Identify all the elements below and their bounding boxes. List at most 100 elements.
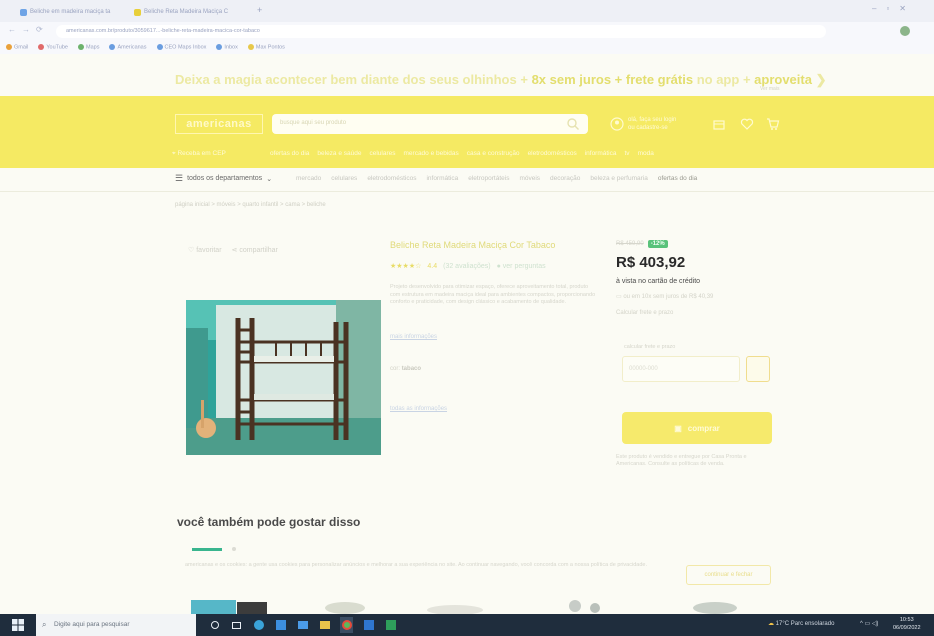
cookie-accept-button[interactable]: continuar e fechar: [686, 565, 771, 585]
new-tab-icon[interactable]: +: [257, 5, 262, 15]
nav-item[interactable]: casa e construção: [467, 150, 520, 157]
product-description: Projeto desenvolvido para otimizar espaç…: [390, 284, 596, 305]
chevron-down-icon: ⌄: [266, 175, 273, 183]
seller-info: Este produto é vendido e entregue por Ca…: [616, 454, 747, 467]
share-button[interactable]: ⋖ compartilhar: [232, 246, 278, 254]
cep-submit-button[interactable]: [746, 356, 770, 382]
taskbar-search-input[interactable]: Digite aqui para pesquisar: [36, 614, 196, 636]
product-rating[interactable]: ★★★★☆ 4.4 (32 avaliações) ● ver pergunta…: [390, 262, 546, 271]
color-selector[interactable]: cor: tabaco: [390, 366, 421, 372]
cep-label: calcular frete e prazo: [624, 344, 676, 350]
nav-item[interactable]: informática: [585, 150, 617, 157]
taskbar-search-icon: ⌕: [42, 620, 47, 629]
price: R$ 403,92: [616, 254, 686, 271]
bookmark-item[interactable]: YouTube: [38, 43, 68, 50]
bag-icon: ▣: [674, 423, 682, 433]
task-view-icon[interactable]: [230, 617, 243, 633]
carousel-indicator[interactable]: [232, 547, 236, 551]
star-rating-icon: ★★★★☆: [390, 263, 422, 270]
system-tray-icons[interactable]: ^ ▭ ◁): [860, 620, 878, 627]
tab-favicon-icon: [20, 8, 27, 16]
nav-item[interactable]: moda: [638, 150, 654, 157]
nav-item[interactable]: beleza e saúde: [317, 150, 361, 157]
nav-arrows-icon[interactable]: ←→⟳: [8, 25, 49, 34]
product-image[interactable]: [186, 300, 381, 455]
category-nav: ofertas do dia beleza e saúde celulares …: [270, 150, 654, 157]
department-link[interactable]: eletroportáteis: [468, 175, 509, 182]
recommendations-title: você também pode gostar disso: [177, 515, 361, 529]
search-input[interactable]: busque aqui seu produto: [272, 114, 588, 134]
browser-tab-1[interactable]: Beliche em madeira maciça ta: [16, 4, 114, 20]
discount-badge: -12%: [647, 240, 668, 248]
bookmark-icon: [6, 43, 12, 50]
excel-icon[interactable]: [384, 617, 397, 633]
heart-icon: ♡: [188, 247, 197, 254]
bookmark-item[interactable]: Maps: [78, 43, 99, 50]
taskbar-apps: [208, 617, 397, 633]
cep-field[interactable]: 00000-000: [622, 356, 740, 382]
product-title: Beliche Reta Madeira Maciça Cor Tabaco: [390, 240, 556, 250]
site-logo[interactable]: americanas: [175, 114, 263, 134]
recommendation-thumbnails[interactable]: [185, 598, 785, 614]
nav-item[interactable]: eletrodomésticos: [528, 150, 577, 157]
bookmark-item[interactable]: Gmail: [6, 43, 28, 50]
taskbar-weather[interactable]: ☁ 17°C Parc ensolarado: [768, 620, 834, 627]
cep-selector[interactable]: ⌖ Receba em CEP: [172, 150, 226, 158]
taskbar-clock[interactable]: 10:53 06/09/2022: [893, 616, 921, 632]
store-icon[interactable]: [712, 117, 726, 131]
department-link[interactable]: beleza e perfumaria: [590, 175, 647, 182]
department-link[interactable]: ofertas do dia: [658, 175, 697, 182]
office-icon[interactable]: [362, 617, 375, 633]
account-link[interactable]: olá, faça seu login ou cadastre-se: [628, 116, 676, 132]
bookmark-item[interactable]: Inbox: [216, 43, 238, 50]
questions-link[interactable]: ● ver perguntas: [497, 263, 546, 270]
bookmark-item[interactable]: Max Pontos: [247, 43, 285, 50]
bookmark-icon: [156, 43, 163, 50]
more-info-link[interactable]: mais informações: [390, 334, 437, 340]
all-info-link[interactable]: todas as informações: [390, 406, 447, 412]
department-link[interactable]: informática: [426, 175, 458, 182]
nav-item[interactable]: celulares: [369, 150, 395, 157]
bookmark-item[interactable]: Americanas: [109, 43, 147, 50]
favorite-button[interactable]: ♡ favoritar: [188, 246, 222, 254]
nav-item[interactable]: mercado e bebidas: [404, 150, 459, 157]
price-note: à vista no cartão de crédito: [616, 278, 701, 285]
chrome-icon[interactable]: [340, 617, 353, 633]
window-controls[interactable]: –▫✕: [872, 4, 916, 13]
bookmark-icon: [247, 43, 254, 50]
weather-icon: ☁: [768, 621, 776, 627]
department-links: mercado celulares eletrodomésticos infor…: [296, 175, 697, 182]
department-link[interactable]: mercado: [296, 175, 321, 182]
bookmark-icon: [216, 43, 223, 50]
mail-icon[interactable]: [296, 617, 309, 633]
browser-tab-2[interactable]: Beliche Reta Madeira Maciça C: [130, 4, 232, 20]
carousel-indicator-active[interactable]: [192, 548, 222, 551]
breadcrumb[interactable]: página inicial > móveis > quarto infanti…: [175, 202, 326, 208]
bookmark-icon: [78, 43, 84, 50]
tab-favicon-icon: [134, 8, 141, 16]
windows-start-icon[interactable]: [12, 619, 24, 631]
user-icon[interactable]: [610, 117, 624, 131]
store-app-icon[interactable]: [274, 617, 287, 633]
nav-item[interactable]: tv: [625, 150, 630, 157]
profile-avatar[interactable]: [900, 26, 910, 36]
cortana-icon[interactable]: [208, 617, 221, 633]
promo-text[interactable]: Deixa a magia acontecer bem diante dos s…: [175, 72, 827, 88]
hamburger-icon: ☰: [175, 173, 184, 183]
departments-menu-button[interactable]: ☰ todos os departamentos ⌄: [175, 173, 272, 184]
edge-icon[interactable]: [252, 617, 265, 633]
department-link[interactable]: decoração: [550, 175, 580, 182]
cart-icon[interactable]: [766, 117, 780, 131]
department-link[interactable]: móveis: [519, 175, 540, 182]
department-link[interactable]: eletrodomésticos: [367, 175, 416, 182]
url-field[interactable]: americanas.com.br/produto/3059617...-bel…: [56, 25, 826, 38]
promo-small-link[interactable]: Ver mais: [760, 86, 779, 92]
department-link[interactable]: celulares: [331, 175, 357, 182]
bookmark-item[interactable]: CEO Maps Inbox: [156, 43, 206, 50]
explorer-icon[interactable]: [318, 617, 331, 633]
heart-icon[interactable]: [740, 117, 754, 131]
bookmark-icon: [38, 43, 45, 50]
nav-item[interactable]: ofertas do dia: [270, 150, 309, 157]
search-icon[interactable]: [566, 117, 580, 131]
buy-button[interactable]: ▣ comprar: [622, 412, 772, 444]
